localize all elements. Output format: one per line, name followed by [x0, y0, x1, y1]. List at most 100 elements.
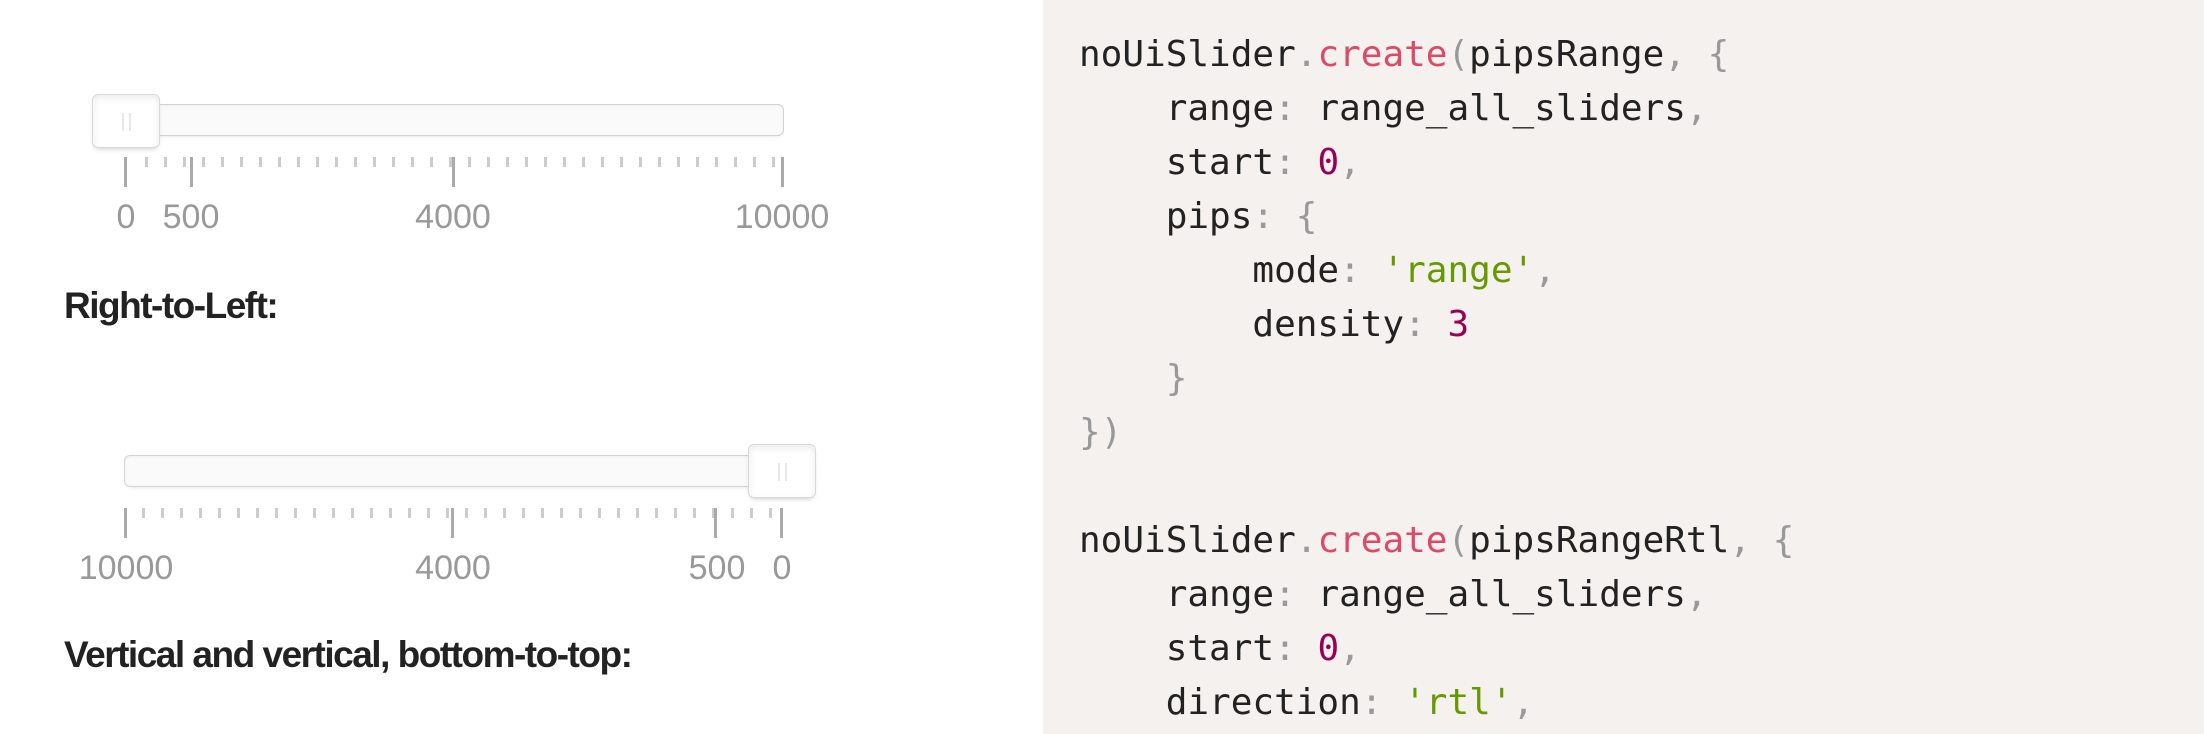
code-token: : — [1360, 682, 1405, 723]
pip-tick-minor — [354, 157, 357, 167]
code-token: , — [1685, 88, 1708, 129]
code-token: , — [1339, 142, 1361, 183]
pip-label: 0 — [116, 198, 136, 236]
pip-tick-minor — [389, 508, 392, 518]
code-token: , { — [1729, 520, 1795, 561]
pip-tick-minor — [202, 157, 205, 167]
code-block: noUiSlider.create(pipsRange, { range: ra… — [1079, 28, 1794, 730]
slider-handle[interactable] — [92, 94, 160, 148]
pip-label: 0 — [772, 549, 792, 587]
pip-tick-minor — [731, 508, 734, 518]
code-token: 'range' — [1382, 250, 1535, 291]
demo-panel: 0 500 4000 10000 Right-to-Left: 10000 40… — [0, 0, 1043, 734]
slider-handle[interactable] — [748, 444, 816, 498]
code-token: range — [1079, 88, 1275, 129]
pip-tick-minor — [636, 508, 639, 518]
code-token: : — [1339, 250, 1383, 291]
pip-tick-minor — [199, 508, 202, 518]
pip-tick-minor — [446, 508, 449, 518]
handle-grip — [778, 463, 780, 481]
pip-tick-minor — [487, 157, 490, 167]
code-token: range_all_sliders — [1317, 574, 1686, 615]
pip-tick-minor — [180, 508, 183, 518]
pip-tick-major — [124, 508, 127, 538]
pip-tick-minor — [468, 157, 471, 167]
code-token: pipsRangeRtl — [1469, 520, 1730, 561]
code-line: pips: { — [1079, 196, 1318, 237]
pip-tick-minor — [237, 508, 240, 518]
pip-tick-minor — [772, 157, 775, 167]
pip-tick-minor — [693, 508, 696, 518]
code-token: 'rtl' — [1404, 682, 1513, 723]
code-token: noUiSlider — [1079, 34, 1296, 75]
pip-tick-minor — [769, 508, 772, 518]
pip-tick-minor — [579, 508, 582, 518]
code-line: direction: 'rtl', — [1079, 682, 1535, 723]
code-token: , — [1534, 250, 1556, 291]
code-token: , — [1512, 682, 1535, 723]
handle-grip — [122, 113, 124, 131]
pip-tick-minor — [142, 508, 145, 518]
code-token: : — [1274, 628, 1318, 669]
code-line: range: range_all_sliders, — [1079, 574, 1708, 615]
pip-tick-minor — [430, 157, 433, 167]
pip-tick-minor — [715, 157, 718, 167]
code-line: noUiSlider.create(pipsRangeRtl, { — [1079, 520, 1794, 561]
code-token: }) — [1079, 412, 1123, 453]
vertical-heading: Vertical and vertical, bottom-to-top: — [64, 634, 633, 675]
pip-tick-minor — [503, 508, 506, 518]
pip-tick-minor — [750, 508, 753, 518]
pip-tick-minor — [240, 157, 243, 167]
pip-tick-minor — [408, 508, 411, 518]
code-token: . — [1295, 520, 1318, 561]
pip-tick-minor — [639, 157, 642, 167]
code-line: start: 0, — [1079, 628, 1361, 669]
pip-tick-major — [124, 157, 127, 187]
pip-tick-minor — [370, 508, 373, 518]
pip-tick-minor — [563, 157, 566, 167]
code-token: noUiSlider — [1079, 520, 1296, 561]
pip-tick-minor — [221, 157, 224, 167]
pip-tick-minor — [544, 157, 547, 167]
pip-tick-minor — [655, 508, 658, 518]
pip-tick-minor — [525, 157, 528, 167]
pip-tick-minor — [617, 508, 620, 518]
pip-tick-minor — [427, 508, 430, 518]
pip-tick-minor — [332, 508, 335, 518]
pip-tick-minor — [164, 157, 167, 167]
pip-tick-minor — [278, 157, 281, 167]
pip-tick-minor — [316, 157, 319, 167]
pip-tick-minor — [734, 157, 737, 167]
pip-label: 10000 — [78, 549, 174, 587]
code-token: start — [1079, 628, 1275, 669]
rtl-heading: Right-to-Left: — [64, 285, 279, 326]
pip-tick-major — [190, 157, 193, 187]
pip-label: 10000 — [734, 198, 830, 236]
pip-tick-major — [452, 157, 455, 187]
pip-tick-major — [451, 508, 454, 538]
pip-tick-major — [781, 157, 784, 187]
pip-tick-minor — [674, 508, 677, 518]
code-token: } — [1079, 358, 1188, 399]
code-token: 3 — [1447, 304, 1470, 345]
code-token: , — [1339, 628, 1361, 669]
pip-tick-minor — [335, 157, 338, 167]
code-line: start: 0, — [1079, 142, 1361, 183]
code-token: pips — [1079, 196, 1253, 237]
code-token: , { — [1664, 34, 1730, 75]
code-line: range: range_all_sliders, — [1079, 88, 1708, 129]
pip-tick-minor — [658, 157, 661, 167]
code-token: pipsRange — [1469, 34, 1665, 75]
slider-track[interactable] — [92, 104, 784, 136]
pip-tick-minor — [601, 157, 604, 167]
pip-tick-minor — [620, 157, 623, 167]
pip-tick-major — [780, 508, 783, 538]
code-token: : — [1274, 574, 1318, 615]
slider-track[interactable] — [124, 455, 816, 487]
pip-tick-minor — [582, 157, 585, 167]
code-token: . — [1295, 34, 1318, 75]
code-panel: noUiSlider.create(pipsRange, { range: ra… — [1043, 0, 2204, 734]
pip-tick-minor — [256, 508, 259, 518]
pip-tick-minor — [392, 157, 395, 167]
pip-tick-minor — [506, 157, 509, 167]
